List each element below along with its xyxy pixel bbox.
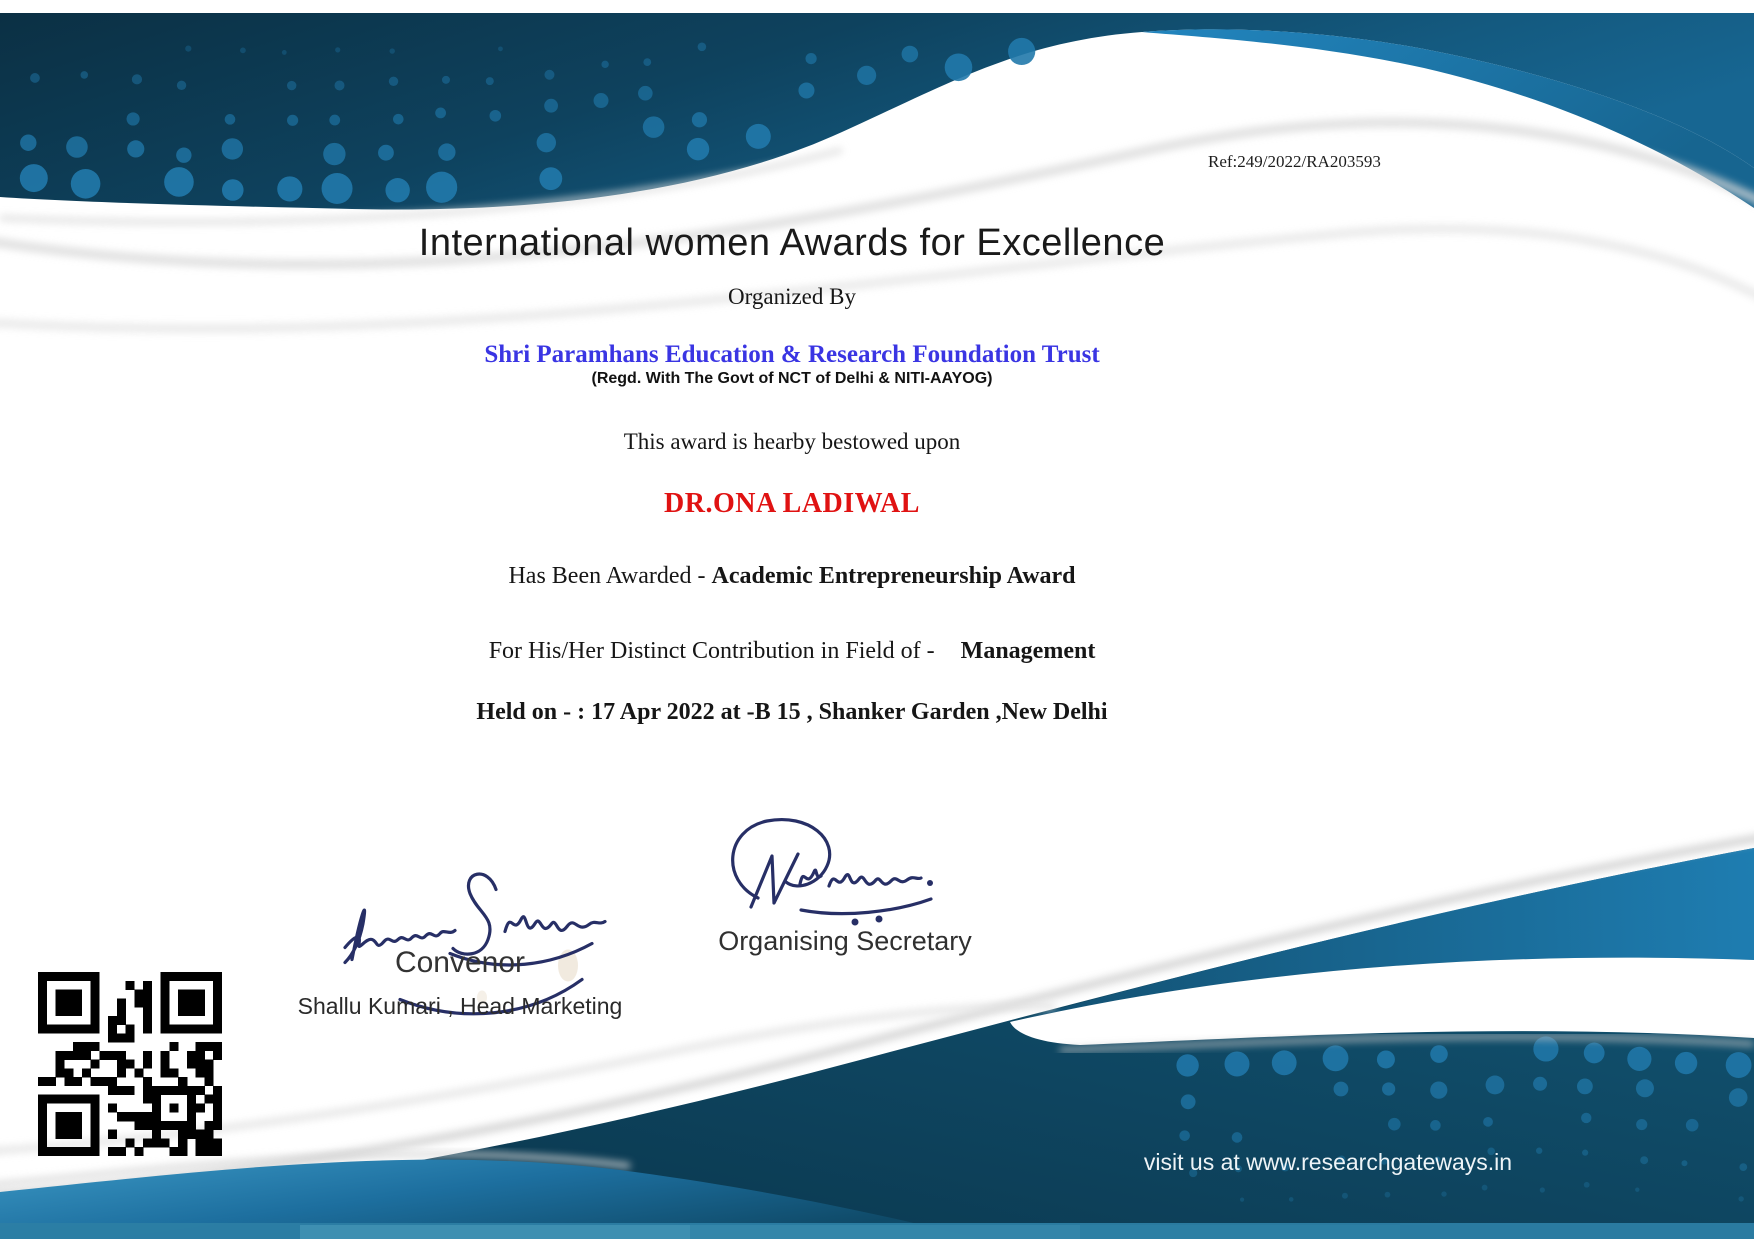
website-text: visit us at www.researchgateways.in <box>1128 1149 1528 1176</box>
award-name: Academic Entrepreneurship Award <box>712 563 1076 589</box>
recipient-name: DR.ONA LADIWAL <box>0 488 1584 520</box>
certificate-title: International women Awards for Excellenc… <box>0 222 1584 265</box>
wave-decoration <box>0 0 1754 1239</box>
contribution-prefix: For His/Her Distinct Contribution in Fie… <box>489 638 935 664</box>
registration-note: (Regd. With The Govt of NCT of Delhi & N… <box>0 370 1584 388</box>
top-dark-wave <box>0 13 1754 210</box>
bestowed-line: This award is hearby bestowed upon <box>0 429 1584 455</box>
contribution-field: Management <box>961 638 1096 664</box>
organising-secretary-label: Organising Secretary <box>690 926 1000 957</box>
award-line-prefix: Has Been Awarded - <box>508 563 705 589</box>
organized-by-label: Organized By <box>0 284 1584 310</box>
held-on-line: Held on - : 17 Apr 2022 at -B 15 , Shank… <box>0 699 1584 726</box>
organization-name: Shri Paramhans Education & Research Foun… <box>0 341 1584 369</box>
reference-number: Ref:249/2022/RA203593 <box>1208 152 1381 172</box>
contribution-line: For His/Her Distinct Contribution in Fie… <box>0 638 1584 665</box>
award-line: Has Been Awarded - Academic Entrepreneur… <box>0 563 1584 590</box>
qr-code-icon <box>38 972 222 1156</box>
certificate-page: Ref:249/2022/RA203593 International wome… <box>0 0 1754 1239</box>
convenor-role-label: Convenor <box>290 946 630 980</box>
bottom-white-ribbon <box>1010 958 1754 1045</box>
convenor-name-label: Shallu Kumari , Head Marketing <box>290 993 630 1020</box>
organising-secretary-signature <box>703 810 953 935</box>
